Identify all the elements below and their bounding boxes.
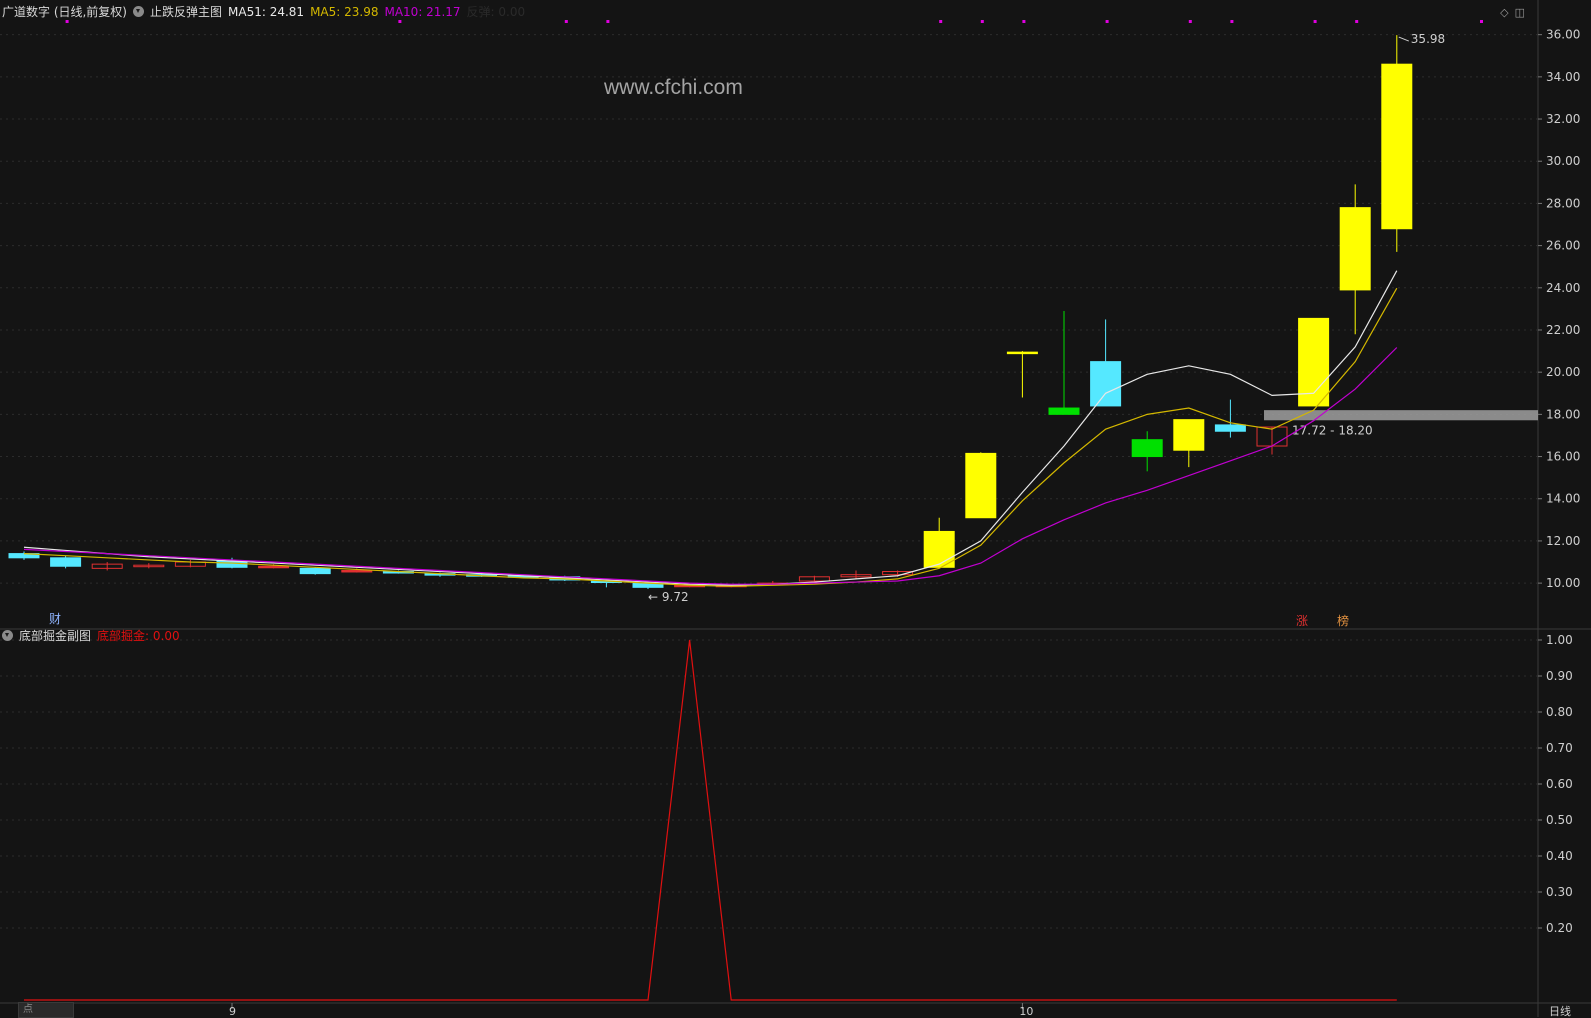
watermark: www.cfchi.com [604,76,743,99]
sub-y-tick-label: 0.50 [1546,813,1573,827]
candle-body [341,569,373,573]
sub-y-tick-label: 0.90 [1546,669,1573,683]
candle-body [1381,63,1413,230]
sub-y-tick-label: 0.20 [1546,921,1573,935]
signal-dot [939,20,943,23]
main-y-tick-label: 10.00 [1546,576,1580,590]
sub-indicator-dropdown-icon[interactable] [2,630,13,641]
signal-dot [1313,20,1317,23]
signal-dot [65,20,69,23]
chart-app: 10.00 12.00 14.00 16.00 18.00 20.00 22.00 24.00… [0,0,1591,1018]
low-price-label: ← 9.72 [648,590,689,604]
main-y-tick-label: 34.00 [1546,70,1580,84]
window-controls: ◇ ◫ [1494,6,1525,19]
candle-body [1173,419,1205,451]
signal-dot [1105,20,1109,23]
high-price-pointer [1398,36,1409,42]
sub-y-tick-label: 0.30 [1546,885,1573,899]
candle-body [1006,351,1038,355]
signal-dot [606,20,610,23]
main-y-tick-label: 14.00 [1546,492,1580,506]
signal-dot [1230,20,1234,23]
candle-body [1131,439,1163,458]
fantan-value: 反弹: 0.00 [466,5,526,19]
support-zone-label: 17.72 - 18.20 [1292,423,1373,437]
high-price-label: 35.98 [1411,32,1445,46]
candle-body [50,557,82,567]
candle-body [1214,424,1246,432]
signal-dot [398,20,402,23]
sub-indicator-name[interactable]: 底部掘金副图 [19,629,91,643]
signal-dot [1022,20,1026,23]
sub-indicator-value: 底部掘金: 0.00 [97,629,180,643]
chart-canvas[interactable]: 10.00 12.00 14.00 16.00 18.00 20.00 22.00 24.00… [0,0,1591,1017]
ma5-value: MA5: 23.98 [310,5,379,19]
signal-dot [980,20,984,23]
bottom-tab[interactable]: 点 [18,1002,74,1018]
main-y-tick-label: 12.00 [1546,534,1580,548]
main-y-tick-label: 16.00 [1546,450,1580,464]
sub-chart-header: 底部掘金副图 底部掘金: 0.00 [2,628,186,644]
ma51-value: MA51: 24.81 [228,5,305,19]
candle-body [299,567,331,575]
sub-y-tick-label: 1.00 [1546,633,1573,647]
cai-marker: 财 [49,612,62,626]
main-y-tick-label: 20.00 [1546,365,1580,379]
main-y-tick-label: 18.00 [1546,407,1580,421]
sub-y-tick-label: 0.40 [1546,849,1573,863]
main-y-tick-label: 36.00 [1546,28,1580,42]
main-y-tick-label: 24.00 [1546,281,1580,295]
main-y-tick-label: 28.00 [1546,196,1580,210]
signal-dot [564,20,568,23]
indicator-dropdown-icon[interactable] [133,6,144,17]
candle-body [1048,407,1080,415]
ma10-value: MA10: 21.17 [384,5,461,19]
x-tick-label: 9 [229,1005,236,1017]
sub-y-tick-label: 0.70 [1546,741,1573,755]
signal-dot [1188,20,1192,23]
signal-dot [1355,20,1359,23]
zhang-marker: 涨 [1296,614,1309,628]
signal-dot [1480,20,1483,23]
candle-body [1339,207,1371,291]
candle-body [965,452,997,519]
sub-y-tick-label: 0.80 [1546,705,1573,719]
stock-title[interactable]: 广道数字 (日线,前复权) [2,5,127,19]
period-label: 日线 [1549,1004,1571,1017]
main-y-tick-label: 22.00 [1546,323,1580,337]
main-chart-header: 广道数字 (日线,前复权) 止跌反弹主图 MA51: 24.81 MA5: 23.98… [2,4,531,20]
ma10-line [23,347,1398,585]
candle-body [258,565,290,569]
sub-y-tick-label: 0.60 [1546,777,1573,791]
main-y-tick-label: 32.00 [1546,112,1580,126]
main-y-tick-label: 30.00 [1546,154,1580,168]
diamond-icon[interactable]: ◇ [1500,6,1508,19]
support-zone-band [1264,410,1538,421]
layout-icon[interactable]: ◫ [1515,6,1525,19]
main-y-tick-label: 26.00 [1546,239,1580,253]
main-indicator-name[interactable]: 止跌反弹主图 [150,5,222,19]
bang-marker: 榜 [1337,614,1350,628]
candle-body [1090,361,1122,407]
x-tick-label: 10 [1019,1005,1033,1017]
